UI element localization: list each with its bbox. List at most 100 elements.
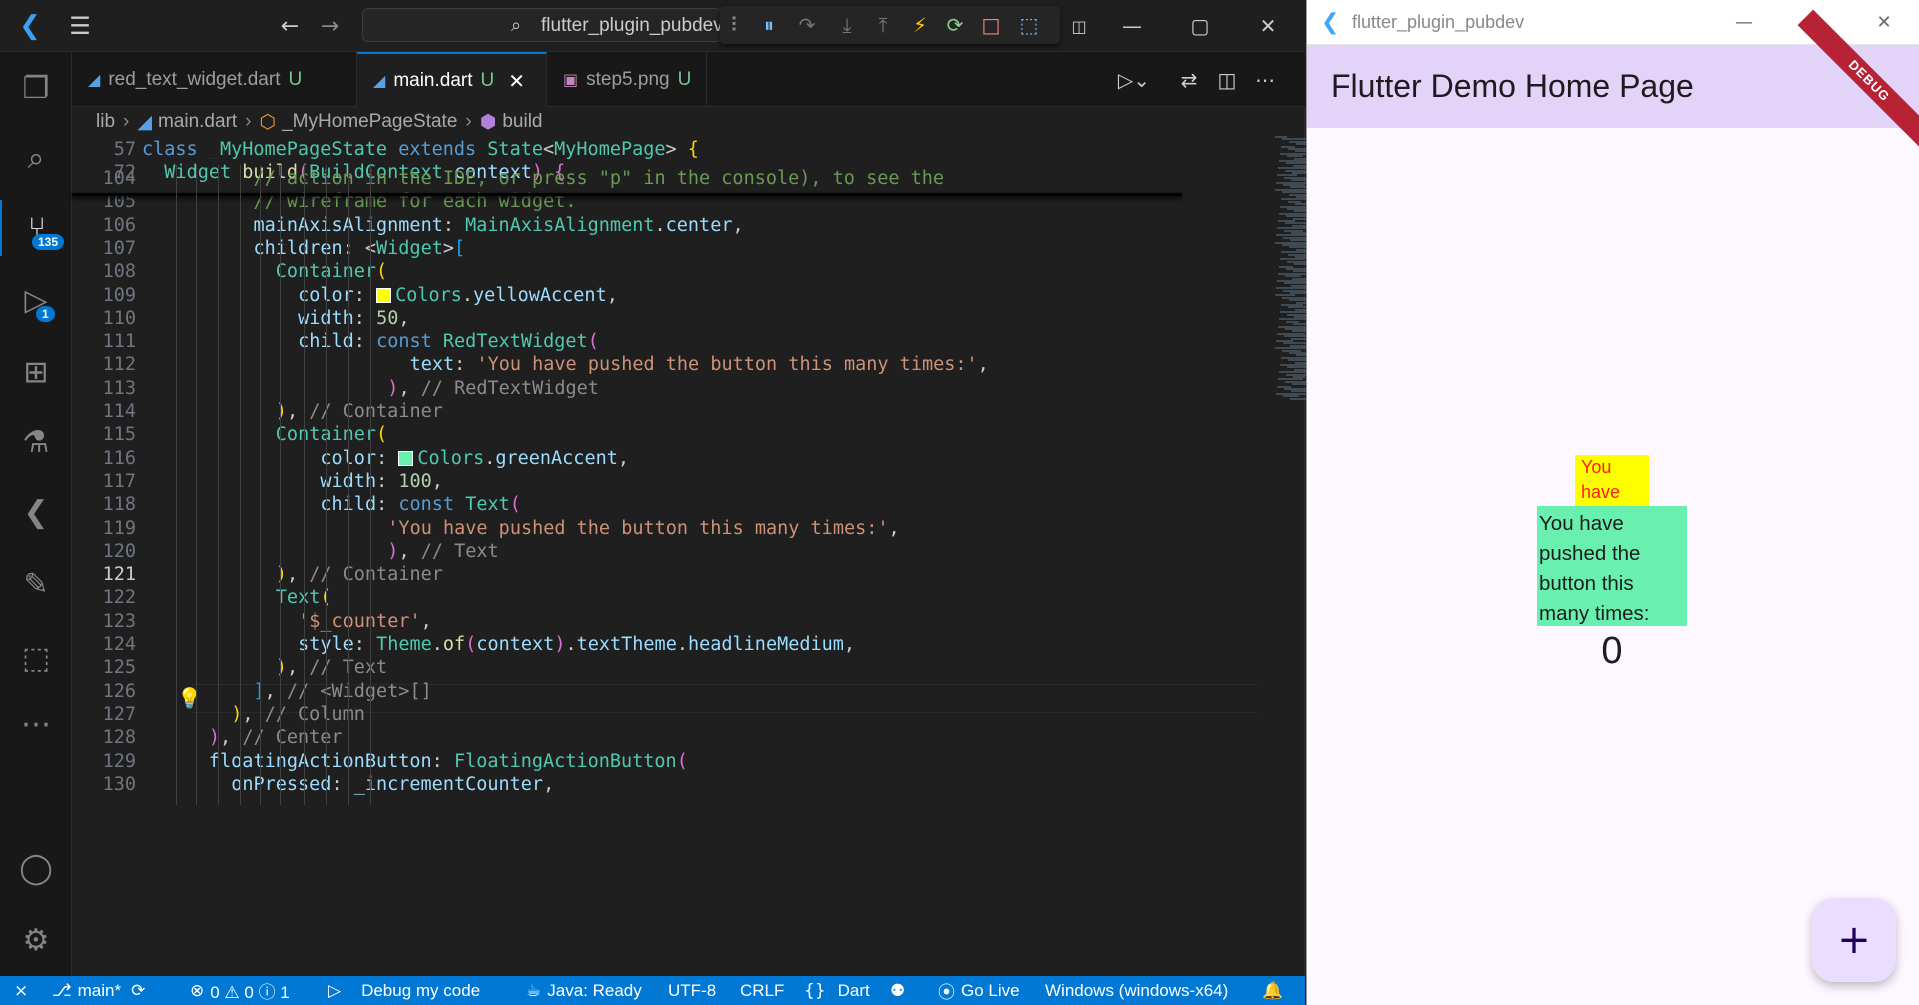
code-editor[interactable]: 57 class _MyHomePageState extends State<M… [72, 136, 1373, 976]
status-problems[interactable]: ⊗ 0 ⚠ 0 ⓘ 1 [190, 976, 290, 1005]
color-swatch[interactable] [376, 288, 392, 303]
search-view-icon[interactable]: ⌕ [0, 130, 72, 186]
indent-guide [280, 165, 281, 805]
debug-icon: ▷ [328, 980, 342, 1001]
green-container: You have pushed the button this many tim… [1537, 506, 1687, 626]
class-symbol-icon: ⬡ [259, 111, 277, 133]
restart-icon[interactable]: ⟳ [940, 10, 970, 40]
stop-icon[interactable]: □ [976, 10, 1006, 40]
chevron-right-icon: › [245, 111, 252, 132]
dart-file-icon: ◢ [88, 70, 101, 89]
tab-label: step5.png [586, 68, 670, 90]
run-debug-dropdown-icon[interactable]: ▷⌄ [1117, 64, 1151, 96]
color-swatch[interactable] [398, 451, 414, 467]
line-number: 130 [102, 773, 136, 795]
status-bar: ⨯ ⎇ main* ⟳ ⊗ 0 ⚠ 0 ⓘ 1 ▷ Debug my code … [0, 976, 1305, 1005]
problems-label: 0 ⚠ 0 ⓘ 1 [210, 983, 290, 1002]
minimize-button[interactable]: — [1104, 8, 1160, 44]
menu-icon[interactable]: ☰ [62, 10, 98, 42]
flutter-logo-icon: ❮ [1321, 10, 1340, 35]
status-java[interactable]: ☕ Java: Ready [526, 976, 642, 1005]
debug-label: Debug my code [361, 980, 481, 1000]
plus-icon: + [1837, 917, 1871, 963]
remote-indicator-icon[interactable]: ⨯ [14, 976, 28, 1005]
dart-file-icon: ◢ [137, 111, 152, 133]
tab-red-text-widget[interactable]: ◢ red_text_widget.dart U [72, 52, 357, 107]
sync-icon: ⟳ [131, 980, 146, 1001]
indent-guide [326, 165, 327, 805]
error-icon: ⊗ [190, 980, 205, 1001]
indent-guide [196, 165, 197, 805]
drag-handle-icon[interactable]: ⠇ [722, 10, 752, 40]
indent-guide [176, 165, 177, 805]
counter-text: 0 [1601, 630, 1623, 672]
title-bar: ❮ ☰ ← → ⌕ flutter_plugin_pubdev ⠇ ⏸ ↷ ⤓ … [0, 0, 1305, 52]
close-window-button[interactable]: ✕ [1859, 6, 1909, 38]
command-center-search[interactable]: ⌕ flutter_plugin_pubdev [362, 8, 723, 42]
status-eol[interactable]: CRLF [740, 976, 784, 1005]
flutter-icon[interactable]: ❮ [0, 484, 72, 540]
breadcrumb-class[interactable]: _MyHomePageState [282, 111, 457, 133]
breadcrumb-method[interactable]: build [502, 111, 542, 133]
status-device[interactable]: Windows (windows-x64) [1045, 976, 1228, 1005]
branch-label: main* [77, 980, 122, 1000]
step-over-icon[interactable]: ↷ [792, 10, 822, 40]
breadcrumb: lib › ◢ main.dart › ⬡ _MyHomePageState ›… [72, 108, 1305, 136]
sticky-scroll-divider [72, 193, 1182, 196]
hot-reload-icon[interactable]: ⚡ [905, 10, 935, 40]
increment-fab[interactable]: + [1812, 898, 1896, 982]
explorer-icon[interactable]: ❐ [0, 60, 72, 116]
split-editor-icon[interactable]: ◫ [1210, 64, 1244, 96]
testing-icon[interactable]: ⚗ [0, 414, 72, 470]
breadcrumb-file[interactable]: main.dart [158, 111, 237, 133]
indent-guide [348, 165, 349, 805]
more-actions-icon[interactable]: ⋯ [1248, 64, 1282, 96]
step-into-icon[interactable]: ⤓ [832, 10, 862, 40]
status-language[interactable]: {} Dart [804, 976, 870, 1005]
status-encoding[interactable]: UTF-8 [668, 976, 716, 1005]
red-text-widget: You havepushed… [1581, 457, 1621, 502]
run-debug-icon[interactable]: ▷ 1 [0, 272, 72, 328]
source-control-icon[interactable]: ⑂ 135 [0, 200, 72, 256]
image-file-icon: ▣ [563, 70, 579, 89]
run-debug-badge: 1 [36, 306, 55, 322]
back-arrow-icon[interactable]: ← [275, 10, 305, 42]
java-label: Java: Ready [547, 980, 642, 1000]
editor-tabs: ◢ red_text_widget.dart U ◢ main.dart U ✕… [72, 52, 1305, 107]
source-control-badge: 135 [32, 234, 65, 250]
yellow-container: You havepushed… [1575, 455, 1649, 507]
status-go-live[interactable]: ⦿ Go Live [938, 976, 1020, 1005]
status-branch[interactable]: ⎇ main* ⟳ [52, 976, 151, 1005]
breadcrumb-lib[interactable]: lib [96, 111, 115, 133]
command-center-label: flutter_plugin_pubdev [541, 15, 723, 36]
code-line[interactable]: 130 onPressed: _incrementCounter, [72, 771, 1182, 799]
go-live-label: Go Live [961, 980, 1020, 1000]
tab-step5-png[interactable]: ▣ step5.png U [547, 52, 707, 107]
pause-icon[interactable]: ⏸ [754, 10, 784, 40]
maximize-button[interactable]: ▢ [1172, 8, 1228, 44]
extensions-icon[interactable]: ⊞ [0, 344, 72, 400]
status-debug[interactable]: ▷ Debug my code [328, 976, 480, 1005]
indent-guide [370, 165, 371, 805]
account-icon[interactable]: ◯ [0, 840, 72, 896]
layout-toggle-icon[interactable]: ◫ [1062, 10, 1096, 42]
braces-icon: {} [804, 980, 826, 1001]
step-out-icon[interactable]: ⤒ [868, 10, 898, 40]
copilot-icon[interactable]: ⚉ [890, 976, 905, 1005]
lightbulb-icon[interactable]: 💡 [177, 686, 202, 710]
edit-pen-icon[interactable]: ✎ [0, 556, 72, 612]
minimize-button[interactable]: — [1719, 6, 1769, 38]
more-icon[interactable]: ⋯ [0, 696, 72, 752]
close-window-button[interactable]: ✕ [1240, 8, 1296, 44]
remote-explorer-icon[interactable]: ⬚ [0, 630, 72, 686]
dart-file-icon: ◢ [373, 71, 386, 90]
close-tab-icon[interactable]: ✕ [508, 69, 525, 93]
settings-gear-icon[interactable]: ⚙ [0, 912, 72, 968]
tab-label: main.dart [393, 69, 473, 91]
widget-inspector-icon[interactable]: ⬚ [1014, 10, 1044, 40]
java-icon: ☕ [526, 980, 542, 1001]
notifications-bell-icon[interactable]: 🔔 [1262, 976, 1283, 1005]
forward-arrow-icon[interactable]: → [315, 10, 345, 42]
tab-main-dart[interactable]: ◢ main.dart U ✕ [357, 52, 547, 107]
compare-changes-icon[interactable]: ⇄ [1172, 64, 1206, 96]
